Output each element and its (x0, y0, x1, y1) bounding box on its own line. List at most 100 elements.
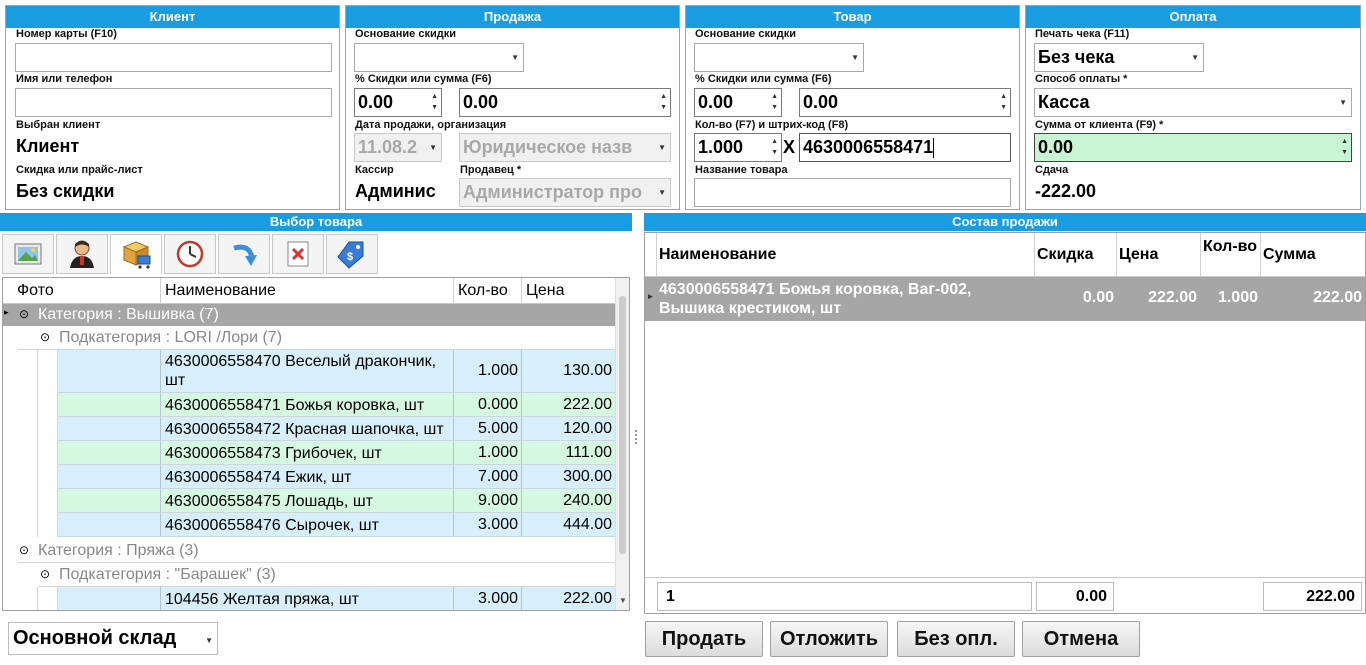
client-panel-title: Клиент (6, 6, 339, 28)
composition-item-sum: 222.00 (1313, 289, 1362, 306)
collapse-icon[interactable]: ⊙ (19, 307, 29, 321)
scrollbar-thumb[interactable] (619, 296, 626, 554)
catalog-grid: Фото Наименование Кол-во Цена ▸ ⊙ Катего… (2, 277, 630, 611)
spin-up-icon[interactable]: ▲ (660, 93, 667, 101)
column-header-discount[interactable]: Скидка (1034, 233, 1116, 277)
product-discount-basis-select[interactable]: ▼ (694, 43, 864, 72)
collapse-icon[interactable]: ⊙ (40, 330, 50, 344)
history-toolbar-button[interactable] (164, 234, 216, 274)
column-header-price[interactable]: Цена (1116, 233, 1200, 277)
cancel-toolbar-button[interactable] (272, 234, 324, 274)
product-name: 4630006558473 Грибочек, шт (160, 441, 453, 465)
product-row[interactable]: 4630006558472 Красная шапочка, шт 5.000 12… (3, 417, 615, 441)
spin-down-icon[interactable]: ▼ (771, 104, 778, 112)
subcategory-row[interactable]: ⊙ Подкатегория : LORI /Лори (7) (3, 326, 615, 350)
barcode-input[interactable]: 4630006558471 (799, 133, 1011, 162)
product-cart-icon (122, 241, 151, 269)
products-toolbar-button[interactable] (110, 234, 162, 274)
client-sum-spinner[interactable]: 0.00 ▲ ▼ (1034, 133, 1352, 162)
column-header-qty[interactable]: Кол-во (453, 278, 521, 304)
cancel-document-icon (287, 241, 309, 267)
product-row[interactable]: 4630006558471 Божья коровка, шт 0.000 222.… (3, 393, 615, 417)
spin-down-icon[interactable]: ▼ (771, 149, 778, 157)
column-header-qty[interactable]: Кол-во (1200, 233, 1260, 277)
product-row[interactable]: 104456 Желтая пряжа, шт 3.000 222.00 (3, 587, 615, 610)
chevron-down-icon: ▼ (1191, 53, 1199, 62)
category-row[interactable]: ▸ ⊙ Категория : Вышивка (7) (3, 304, 615, 326)
product-row[interactable]: 4630006558474 Ежик, шт 7.000 300.00 (3, 465, 615, 489)
product-qty: 3.000 (453, 513, 521, 537)
column-header-price[interactable]: Цена (521, 278, 613, 304)
price-toolbar-button[interactable]: $ (326, 234, 378, 274)
svg-text:$: $ (347, 251, 353, 263)
scroll-down-icon[interactable]: ▼ (619, 596, 627, 605)
clock-icon (176, 240, 204, 268)
product-photo-cell (58, 465, 160, 489)
change-label: Сдача (1035, 164, 1069, 176)
spin-up-icon[interactable]: ▲ (771, 93, 778, 101)
chevron-down-icon: ▼ (429, 143, 437, 152)
change-value: -222.00 (1035, 181, 1097, 201)
cancel-button[interactable]: Отмена (1022, 621, 1140, 657)
product-photo-cell (58, 417, 160, 441)
spin-up-icon[interactable]: ▲ (1341, 138, 1348, 146)
defer-button[interactable]: Отложить (770, 621, 888, 657)
qty-barcode-label: Кол-во (F7) и штрих-код (F8) (695, 119, 849, 131)
product-discount-pct-spinner[interactable]: 0.00 ▲ ▼ (694, 88, 782, 117)
category-label: Категория : Пряжа (3) (38, 542, 199, 559)
column-header-name[interactable]: Наименование (160, 278, 453, 304)
product-photo-cell (58, 489, 160, 513)
composition-row[interactable]: ▸ 4630006558471 Божья коровка, Ваг-002, … (645, 277, 1365, 321)
product-name-input[interactable] (694, 178, 1011, 207)
spin-up-icon[interactable]: ▲ (1000, 93, 1007, 101)
spin-down-icon[interactable]: ▼ (1000, 104, 1007, 112)
spin-up-icon[interactable]: ▲ (431, 93, 438, 101)
sale-discount-pct-spinner[interactable]: 0.00 ▲ ▼ (354, 88, 442, 117)
payment-panel-title: Оплата (1026, 6, 1360, 28)
product-name: 4630006558471 Божья коровка, шт (160, 393, 453, 417)
product-row[interactable]: 4630006558476 Сырочек, шт 3.000 444.00 (3, 513, 615, 537)
product-name: 4630006558476 Сырочек, шт (160, 513, 453, 537)
receipt-print-label: Печать чека (F11) (1035, 28, 1130, 40)
row-pointer-icon: ▸ (648, 291, 653, 301)
no-payment-button[interactable]: Без опл. (897, 621, 1015, 657)
product-discount-sum-spinner[interactable]: 0.00 ▲ ▼ (799, 88, 1011, 117)
product-qty: 7.000 (453, 465, 521, 489)
cashier-label: Кассир (355, 164, 394, 176)
sale-discount-basis-select[interactable]: ▼ (354, 43, 524, 72)
price-tag-icon: $ (337, 241, 364, 269)
spin-up-icon[interactable]: ▲ (771, 138, 778, 146)
splitter-handle[interactable] (635, 430, 638, 444)
collapse-icon[interactable]: ⊙ (19, 543, 29, 557)
composition-footer: 1 0.00 222.00 (645, 577, 1365, 613)
product-qty: 1.000 (453, 441, 521, 465)
product-price: 120.00 (521, 417, 615, 441)
sale-discount-sum-spinner[interactable]: 0.00 ▲ ▼ (459, 88, 671, 117)
spin-down-icon[interactable]: ▼ (660, 104, 667, 112)
sell-button[interactable]: Продать (645, 621, 763, 657)
product-row[interactable]: 4630006558470 Веселый дракончик, шт 1.000… (3, 350, 615, 393)
payment-method-select[interactable]: Касса ▼ (1034, 88, 1352, 117)
collapse-icon[interactable]: ⊙ (40, 567, 50, 581)
client-toolbar-button[interactable] (56, 234, 108, 274)
receipt-print-select[interactable]: Без чека ▼ (1034, 43, 1204, 72)
subcategory-row[interactable]: ⊙ Подкатегория : "Барашек" (3) (3, 563, 615, 587)
product-row[interactable]: 4630006558475 Лошадь, шт 9.000 240.00 (3, 489, 615, 513)
product-row[interactable]: 4630006558473 Грибочек, шт 1.000 111.00 (3, 441, 615, 465)
spin-down-icon[interactable]: ▼ (1341, 149, 1348, 157)
spin-down-icon[interactable]: ▼ (431, 104, 438, 112)
name-phone-input[interactable] (15, 88, 332, 117)
product-price: 222.00 (521, 393, 615, 417)
card-number-input[interactable] (15, 43, 332, 72)
product-price: 222.00 (521, 587, 615, 610)
warehouse-select[interactable]: Основной склад ▼ (8, 622, 218, 655)
catalog-scrollbar[interactable]: ▼ (615, 278, 629, 610)
quantity-spinner[interactable]: 1.000 ▲ ▼ (694, 133, 782, 162)
column-header-name[interactable]: Наименование (659, 246, 776, 264)
column-header-photo[interactable]: Фото (17, 282, 54, 300)
product-qty: 3.000 (453, 587, 521, 610)
category-row[interactable]: ⊙ Категория : Пряжа (3) (3, 539, 615, 563)
photo-toolbar-button[interactable] (2, 234, 54, 274)
return-toolbar-button[interactable] (218, 234, 270, 274)
column-header-sum[interactable]: Сумма (1260, 233, 1365, 277)
